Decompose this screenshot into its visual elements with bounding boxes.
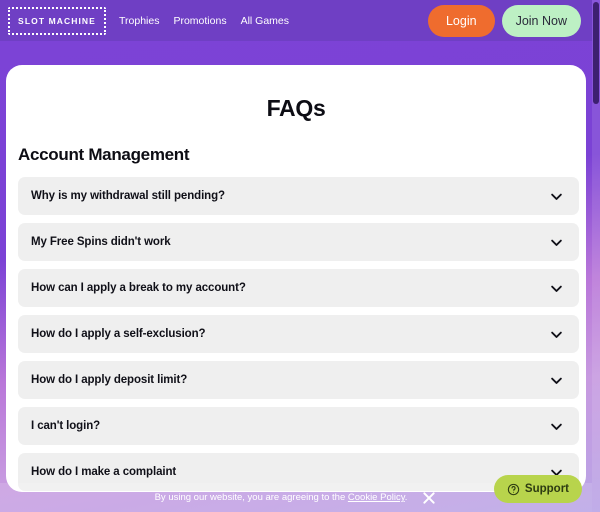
faq-question: How do I apply deposit limit? xyxy=(31,374,188,386)
chevron-down-icon[interactable] xyxy=(549,281,564,296)
vertical-scrollbar[interactable] xyxy=(592,0,600,512)
login-button[interactable]: Login xyxy=(427,4,495,37)
section-title-account-management: Account Management xyxy=(18,145,190,164)
site-header: SLOT MACHINE Trophies Promotions All Gam… xyxy=(0,0,592,41)
chevron-down-icon[interactable] xyxy=(549,373,564,388)
chevron-down-icon[interactable] xyxy=(549,189,564,204)
faq-question: My Free Spins didn't work xyxy=(31,236,171,248)
logo-text: SLOT MACHINE xyxy=(18,15,96,26)
cookie-banner-text: By using our website, you are agreeing t… xyxy=(155,492,408,503)
page-title: FAQs xyxy=(266,95,326,121)
join-now-button[interactable]: Join Now xyxy=(501,4,581,37)
close-icon[interactable] xyxy=(421,490,437,506)
support-button[interactable]: Support xyxy=(493,475,582,503)
faq-accordion-list: Why is my withdrawal still pending? My F… xyxy=(6,177,586,492)
faq-accordion-item[interactable]: I can't login? xyxy=(18,407,579,445)
faq-question: How do I make a complaint xyxy=(31,466,177,478)
header-actions: Login Join Now xyxy=(427,4,592,37)
faq-accordion-item[interactable]: How can I apply a break to my account? xyxy=(18,269,579,307)
chevron-down-icon[interactable] xyxy=(549,419,564,434)
nav-link-all-games[interactable]: All Games xyxy=(241,15,289,27)
cookie-policy-link[interactable]: Cookie Policy xyxy=(348,492,405,503)
faq-accordion-item[interactable]: Why is my withdrawal still pending? xyxy=(18,177,579,215)
scrollbar-thumb[interactable] xyxy=(593,2,599,104)
faq-question: How do I apply a self-exclusion? xyxy=(31,328,206,340)
cookie-text-after: . xyxy=(404,492,408,503)
nav-link-trophies[interactable]: Trophies xyxy=(119,15,159,27)
main-navigation: Trophies Promotions All Games xyxy=(119,15,289,27)
site-logo[interactable]: SLOT MACHINE xyxy=(8,6,106,35)
nav-link-promotions[interactable]: Promotions xyxy=(173,15,226,27)
chevron-down-icon[interactable] xyxy=(549,235,564,250)
faq-accordion-item[interactable]: How do I apply deposit limit? xyxy=(18,361,579,399)
chevron-down-icon[interactable] xyxy=(549,327,564,342)
faq-question: How can I apply a break to my account? xyxy=(31,282,246,294)
cookie-text-before: By using our website, you are agreeing t… xyxy=(154,492,348,503)
faq-card: FAQs Account Management Why is my withdr… xyxy=(6,65,586,492)
support-button-label: Support xyxy=(524,483,569,495)
faq-question: I can't login? xyxy=(31,420,101,432)
question-mark-circle-icon xyxy=(507,483,520,495)
faq-question: Why is my withdrawal still pending? xyxy=(31,190,225,202)
faq-accordion-item[interactable]: My Free Spins didn't work xyxy=(18,223,579,261)
faq-accordion-item[interactable]: How do I apply a self-exclusion? xyxy=(18,315,579,353)
